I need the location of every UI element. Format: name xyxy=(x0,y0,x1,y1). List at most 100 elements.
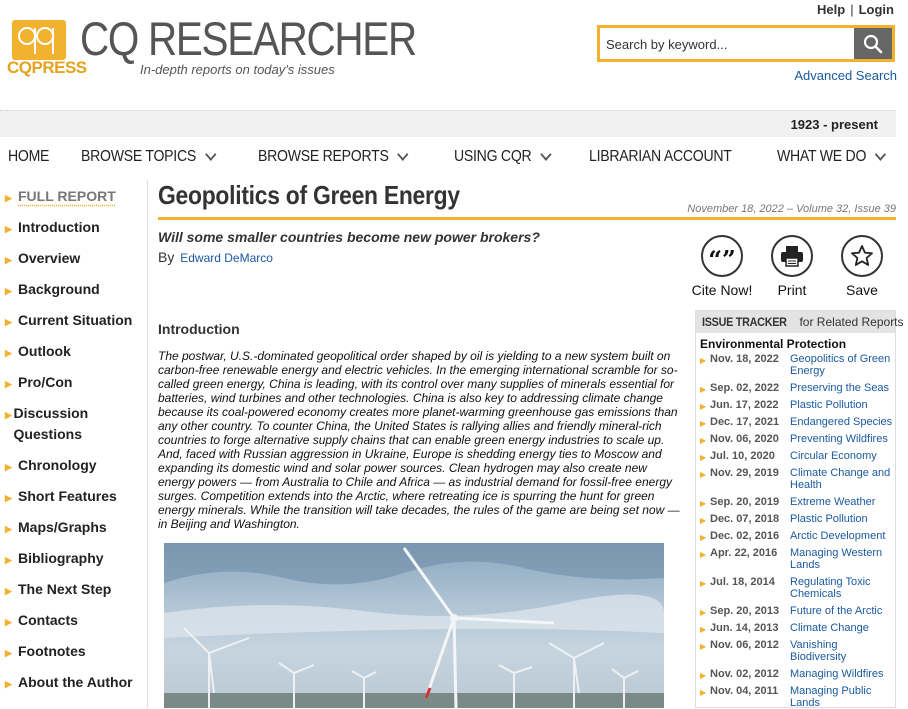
sidebar-item-introduction[interactable]: ▶ Introduction xyxy=(0,217,100,240)
tracker-date: Nov. 06, 2012 xyxy=(710,639,779,651)
sidebar-label: Discussion Questions xyxy=(13,405,89,442)
tracker-topic-link[interactable]: Geopolitics of Green Energy xyxy=(790,353,895,377)
tracker-date: Sep. 02, 2022 xyxy=(710,382,780,394)
tracker-topic-link[interactable]: Circular Economy xyxy=(790,450,895,464)
sidebar-item-outlook[interactable]: ▶ Outlook xyxy=(0,341,71,364)
tracker-date: Nov. 29, 2019 xyxy=(710,467,779,479)
arrow-icon: ▶ xyxy=(700,402,707,411)
search-icon xyxy=(863,34,883,53)
save-label: Save xyxy=(846,282,878,298)
nav-browse-reports[interactable]: BROWSE REPORTS xyxy=(258,147,410,166)
login-link[interactable]: Login xyxy=(859,2,894,17)
tracker-date: Jul. 10, 2020 xyxy=(710,450,775,462)
sidebar-item-footnotes[interactable]: ▶ Footnotes xyxy=(0,641,86,664)
tracker-topic-link[interactable]: Managing Western Lands xyxy=(790,547,895,571)
issue-info: November 18, 2022 – Volume 32, Issue 39 xyxy=(687,203,896,215)
nav-using-cqr[interactable]: USING CQR xyxy=(453,147,552,166)
sidebar-item-full-report[interactable]: ▶ FULL REPORT xyxy=(0,186,116,209)
save-button[interactable]: Save xyxy=(835,235,889,298)
sidebar-item-pro-con[interactable]: ▶ Pro/Con xyxy=(0,372,72,395)
sidebar-item-chronology[interactable]: ▶ Chronology xyxy=(0,455,97,478)
sidebar-label: Short Features xyxy=(18,488,117,504)
author-link[interactable]: Edward DeMarco xyxy=(180,251,273,265)
tracker-topic-link[interactable]: Endangered Species xyxy=(790,416,895,430)
tracker-topic-link[interactable]: Regulating Toxic Chemicals xyxy=(790,576,895,600)
arrow-icon: ▶ xyxy=(700,550,707,559)
sidebar-label: Maps/Graphs xyxy=(18,519,107,535)
tracker-row: ▶ Sep. 02, 2022 Preserving the Seas xyxy=(700,382,895,396)
arrow-icon: ▶ xyxy=(5,317,12,327)
print-button[interactable]: Print xyxy=(765,235,819,298)
nav-what-we-do[interactable]: WHAT WE DO xyxy=(777,147,887,166)
search-input[interactable] xyxy=(606,33,846,55)
tracker-topic-link[interactable]: Climate Change and Health xyxy=(790,467,895,491)
nav-label: USING CQR xyxy=(453,148,532,165)
tracker-row: ▶ Nov. 02, 2012 Managing Wildfires xyxy=(700,668,895,682)
sidebar-item-about-author[interactable]: ▶ About the Author xyxy=(0,672,133,695)
help-link[interactable]: Help xyxy=(817,2,845,17)
tracker-topic-link[interactable]: Extreme Weather xyxy=(790,496,895,510)
report-question: Will some smaller countries become new p… xyxy=(158,229,540,245)
tracker-row: ▶ Apr. 22, 2016 Managing Western Lands xyxy=(700,547,895,571)
nav-home[interactable]: HOME xyxy=(8,148,49,166)
tagline: In-depth reports on today's issues xyxy=(140,62,335,77)
nav-browse-topics[interactable]: BROWSE TOPICS xyxy=(81,147,216,166)
advanced-search-link[interactable]: Advanced Search xyxy=(794,68,897,83)
nav-librarian-account[interactable]: LIBRARIAN ACCOUNT xyxy=(589,148,732,166)
sidebar-label: Footnotes xyxy=(18,643,86,659)
tracker-row: ▶ Nov. 04, 2011 Managing Public Lands xyxy=(700,685,895,709)
tracker-topic-link[interactable]: Preventing Wildfires xyxy=(790,433,895,447)
tracker-topic-link[interactable]: Plastic Pollution xyxy=(790,513,895,527)
arrow-icon: ▶ xyxy=(5,524,12,534)
brand-name[interactable]: CQ RESEARCHER xyxy=(80,10,417,68)
arrow-icon: ▶ xyxy=(5,255,12,265)
tracker-topic-link[interactable]: Managing Wildfires xyxy=(790,668,895,682)
tracker-row: ▶ Sep. 20, 2013 Future of the Arctic xyxy=(700,605,895,619)
arrow-icon: ▶ xyxy=(700,533,707,542)
tracker-row: ▶ Nov. 18, 2022 Geopolitics of Green Energ… xyxy=(700,353,895,377)
tracker-topic-link[interactable]: Future of the Arctic xyxy=(790,605,895,619)
printer-icon xyxy=(771,235,813,277)
tracker-title-rest: for Related Reports xyxy=(799,315,904,329)
search-button[interactable] xyxy=(854,28,892,59)
cq-logo-icon[interactable] xyxy=(12,20,66,60)
main-nav: HOME BROWSE TOPICS BROWSE REPORTS USING … xyxy=(0,140,896,174)
sidebar-item-maps-graphs[interactable]: ▶ Maps/Graphs xyxy=(0,517,107,540)
tracker-topic-link[interactable]: Climate Change xyxy=(790,622,895,636)
sidebar-item-discussion-questions[interactable]: ▶ Discussion Questions xyxy=(0,403,110,445)
chevron-down-icon xyxy=(204,147,216,161)
sidebar-label: Background xyxy=(18,281,100,297)
tracker-subheading: Environmental Protection xyxy=(700,337,847,351)
cite-button[interactable]: “” Cite Now! xyxy=(690,235,754,298)
sidebar-item-current-situation[interactable]: ▶ Current Situation xyxy=(0,310,132,333)
arrow-icon: ▶ xyxy=(5,379,12,389)
tracker-row: ▶ Nov. 29, 2019 Climate Change and Health xyxy=(700,467,895,491)
sidebar-item-next-step[interactable]: ▶ The Next Step xyxy=(0,579,111,602)
arrow-icon: ▶ xyxy=(700,470,707,479)
sidebar-item-contacts[interactable]: ▶ Contacts xyxy=(0,610,78,633)
arrow-icon: ▶ xyxy=(5,555,12,565)
tracker-topic-link[interactable]: Arctic Development xyxy=(790,530,895,544)
tracker-topic-link[interactable]: Vanishing Biodiversity xyxy=(790,639,895,663)
arrow-icon: ▶ xyxy=(5,617,12,627)
sidebar-label: Chronology xyxy=(18,457,97,473)
sidebar-item-background[interactable]: ▶ Background xyxy=(0,279,100,302)
sidebar-label: About the Author xyxy=(18,674,133,690)
cqpress-logo-text[interactable]: CQPRESS xyxy=(7,58,87,78)
quote-icon: “” xyxy=(701,235,743,277)
sidebar-item-bibliography[interactable]: ▶ Bibliography xyxy=(0,548,104,571)
date-range: 1923 - present xyxy=(790,117,878,132)
sidebar-label: Contacts xyxy=(18,612,78,628)
tracker-date: Jul. 18, 2014 xyxy=(710,576,775,588)
arrow-icon: ▶ xyxy=(700,385,707,394)
arrow-icon: ▶ xyxy=(700,671,707,680)
tracker-topic-link[interactable]: Plastic Pollution xyxy=(790,399,895,413)
arrow-icon: ▶ xyxy=(5,224,12,234)
tracker-row: ▶ Dec. 17, 2021 Endangered Species xyxy=(700,416,895,430)
tracker-row: ▶ Dec. 02, 2016 Arctic Development xyxy=(700,530,895,544)
tracker-topic-link[interactable]: Preserving the Seas xyxy=(790,382,895,396)
sidebar-item-short-features[interactable]: ▶ Short Features xyxy=(0,486,117,509)
tracker-topic-link[interactable]: Managing Public Lands xyxy=(790,685,895,709)
tracker-date: Dec. 17, 2021 xyxy=(710,416,780,428)
sidebar-item-overview[interactable]: ▶ Overview xyxy=(0,248,80,271)
